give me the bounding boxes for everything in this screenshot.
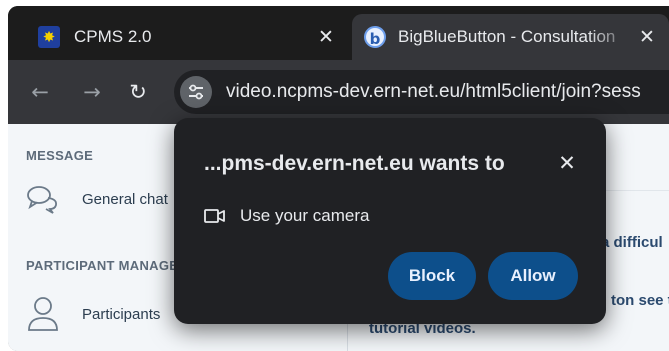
url-text: video.ncpms-dev.ern-net.eu/html5client/j… [226, 81, 641, 102]
address-bar[interactable]: video.ncpms-dev.ern-net.eu/html5client/j… [174, 70, 669, 114]
tab-title: CPMS 2.0 [74, 27, 152, 46]
allow-button[interactable]: Allow [488, 252, 578, 300]
permission-dialog: ...pms-dev.ern-net.eu wants to ✕ Use you… [174, 118, 606, 324]
dialog-title: ...pms-dev.ern-net.eu wants to [204, 152, 505, 175]
person-icon [28, 297, 58, 331]
tab-bigbluebutton[interactable]: b BigBlueButton - Consultation ✕ [352, 14, 669, 60]
reload-icon[interactable]: ↻ [124, 78, 152, 106]
tab-title: BigBlueButton - Consultation [398, 27, 616, 46]
camera-icon [204, 209, 225, 223]
toolbar: ← → ↻ video.ncpms-dev.ern-net.eu/html5cl… [8, 60, 669, 124]
forward-arrow-icon[interactable]: → [78, 78, 106, 106]
chat-bubbles-icon [27, 186, 57, 214]
sidebar-item-label: General chat [82, 190, 168, 208]
close-icon[interactable]: ✕ [552, 148, 582, 178]
back-arrow-icon[interactable]: ← [26, 78, 54, 106]
section-heading-message: MESSAGE [26, 148, 94, 163]
sidebar-item-label: Participants [82, 305, 161, 323]
permission-label: Use your camera [240, 206, 370, 225]
browser-window: CPMS 2.0 ✕ b BigBlueButton - Consultatio… [8, 6, 669, 351]
close-tab-icon[interactable]: ✕ [314, 25, 338, 49]
block-button[interactable]: Block [388, 252, 476, 300]
tab-cpms[interactable]: CPMS 2.0 ✕ [26, 14, 348, 60]
tab-strip: CPMS 2.0 ✕ b BigBlueButton - Consultatio… [8, 6, 669, 60]
permission-row: Use your camera [204, 206, 369, 226]
info-text-line: a difficul [601, 234, 663, 251]
info-text-line: ton see t [611, 292, 669, 309]
sidebar-item-participants[interactable]: Participants [26, 296, 160, 332]
sidebar-item-general-chat[interactable]: General chat [26, 184, 168, 214]
close-tab-icon[interactable]: ✕ [635, 25, 659, 49]
site-settings-icon[interactable] [180, 76, 212, 108]
eu-flag-icon [38, 26, 60, 48]
bigbluebutton-icon: b [364, 26, 386, 48]
